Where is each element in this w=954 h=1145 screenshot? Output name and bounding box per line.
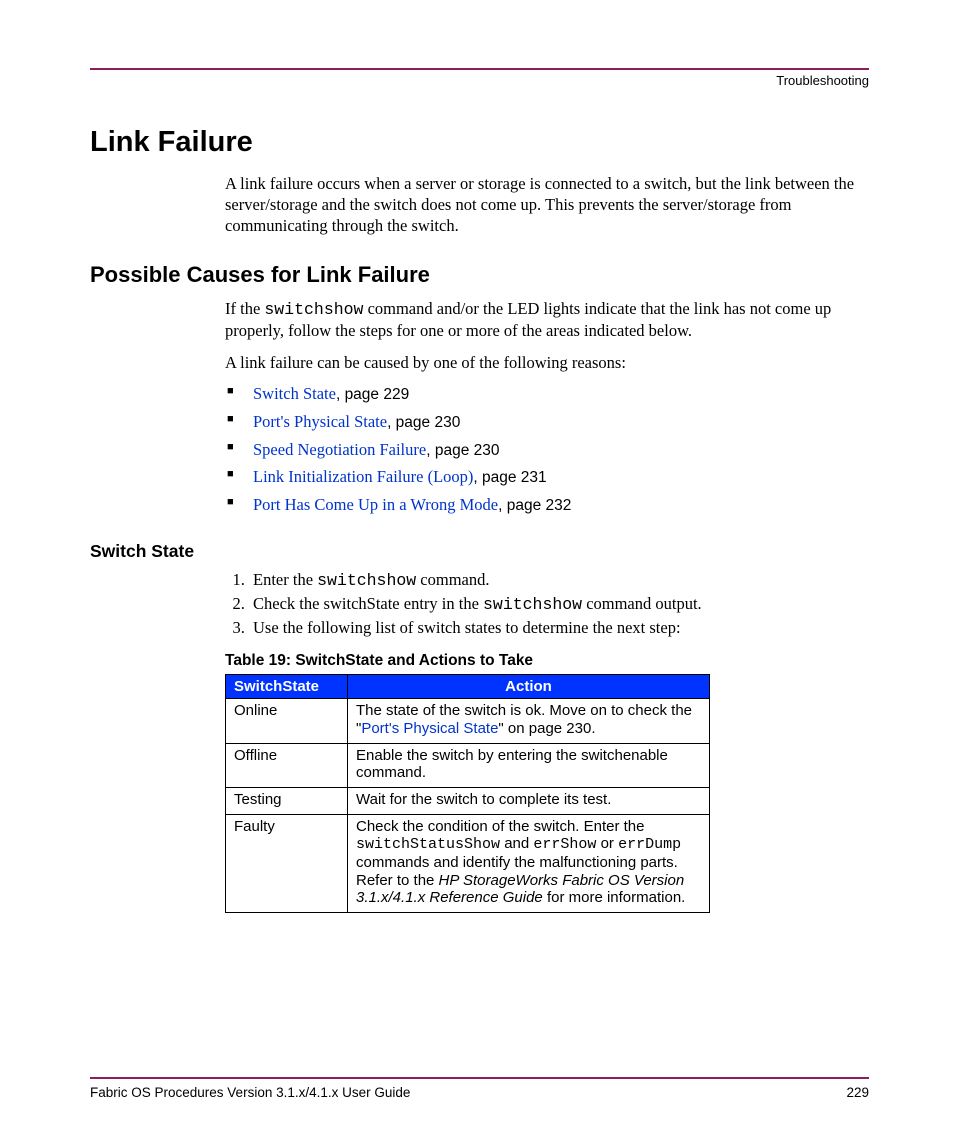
text: for more information.	[543, 889, 686, 906]
cell-action: The state of the switch is ok. Move on t…	[348, 699, 710, 743]
text: , page 232	[498, 497, 571, 514]
text: , page 230	[426, 442, 499, 459]
text: or	[596, 835, 618, 852]
steps-list: Enter the switchshow command. Check the …	[225, 570, 869, 638]
table-row: Offline Enable the switch by entering th…	[226, 743, 710, 787]
text: " on page 230.	[498, 720, 595, 737]
link-link-init-failure[interactable]: Link Initialization Failure (Loop)	[253, 467, 473, 486]
page: Troubleshooting Link Failure A link fail…	[0, 0, 954, 1145]
header-section-label: Troubleshooting	[776, 73, 869, 88]
table-header-row: SwitchState Action	[226, 675, 710, 699]
text: command output.	[582, 594, 702, 613]
switchshow-command: switchshow	[264, 300, 363, 319]
switchshow-command: switchshow	[483, 595, 582, 614]
heading-link-failure: Link Failure	[90, 126, 869, 159]
text: If the	[225, 299, 264, 318]
causes-block: If the switchshow command and/or the LED…	[225, 298, 869, 517]
cell-action: Check the condition of the switch. Enter…	[348, 814, 710, 912]
list-item: Port's Physical State, page 230	[225, 411, 869, 434]
switchstate-table: SwitchState Action Online The state of t…	[225, 674, 710, 913]
command-errdump: errDump	[618, 836, 681, 853]
step-item: Use the following list of switch states …	[249, 618, 869, 638]
causes-paragraph-1: If the switchshow command and/or the LED…	[225, 298, 869, 341]
link-port-wrong-mode[interactable]: Port Has Come Up in a Wrong Mode	[253, 495, 498, 514]
link-speed-negotiation[interactable]: Speed Negotiation Failure	[253, 440, 426, 459]
causes-paragraph-2: A link failure can be caused by one of t…	[225, 352, 869, 373]
causes-list: Switch State, page 229 Port's Physical S…	[225, 383, 869, 518]
text: , page 229	[336, 386, 409, 403]
text: Check the condition of the switch. Enter…	[356, 818, 645, 835]
text: command.	[416, 570, 489, 589]
text: Enter the	[253, 570, 317, 589]
list-item: Link Initialization Failure (Loop), page…	[225, 466, 869, 489]
list-item: Port Has Come Up in a Wrong Mode, page 2…	[225, 494, 869, 517]
text: , page 230	[387, 414, 460, 431]
footer-page-number: 229	[846, 1085, 869, 1100]
text: and	[500, 835, 533, 852]
command-switchstatusshow: switchStatusShow	[356, 836, 500, 853]
link-port-physical-state[interactable]: Port's Physical State	[361, 720, 498, 737]
intro-block: A link failure occurs when a server or s…	[225, 173, 869, 236]
col-header-action: Action	[348, 675, 710, 699]
page-header: Troubleshooting	[90, 68, 869, 88]
list-item: Switch State, page 229	[225, 383, 869, 406]
table-row: Testing Wait for the switch to complete …	[226, 788, 710, 815]
text: Check the switchState entry in the	[253, 594, 483, 613]
footer-doc-title: Fabric OS Procedures Version 3.1.x/4.1.x…	[90, 1085, 410, 1100]
heading-switch-state: Switch State	[90, 541, 869, 562]
command-errshow: errShow	[533, 836, 596, 853]
cell-state: Testing	[226, 788, 348, 815]
link-switch-state[interactable]: Switch State	[253, 384, 336, 403]
cell-state: Faulty	[226, 814, 348, 912]
table-row: Online The state of the switch is ok. Mo…	[226, 699, 710, 743]
step-item: Check the switchState entry in the switc…	[249, 594, 869, 614]
table-row: Faulty Check the condition of the switch…	[226, 814, 710, 912]
cell-action: Enable the switch by entering the switch…	[348, 743, 710, 787]
cell-action: Wait for the switch to complete its test…	[348, 788, 710, 815]
switch-state-block: Enter the switchshow command. Check the …	[225, 570, 869, 913]
col-header-switchstate: SwitchState	[226, 675, 348, 699]
table-caption: Table 19: SwitchState and Actions to Tak…	[225, 652, 869, 670]
cell-state: Online	[226, 699, 348, 743]
page-footer: Fabric OS Procedures Version 3.1.x/4.1.x…	[90, 1077, 869, 1100]
intro-paragraph: A link failure occurs when a server or s…	[225, 173, 869, 236]
text: , page 231	[473, 469, 546, 486]
link-port-physical-state[interactable]: Port's Physical State	[253, 412, 387, 431]
list-item: Speed Negotiation Failure, page 230	[225, 439, 869, 462]
heading-possible-causes: Possible Causes for Link Failure	[90, 262, 869, 288]
step-item: Enter the switchshow command.	[249, 570, 869, 590]
cell-state: Offline	[226, 743, 348, 787]
switchshow-command: switchshow	[317, 571, 416, 590]
